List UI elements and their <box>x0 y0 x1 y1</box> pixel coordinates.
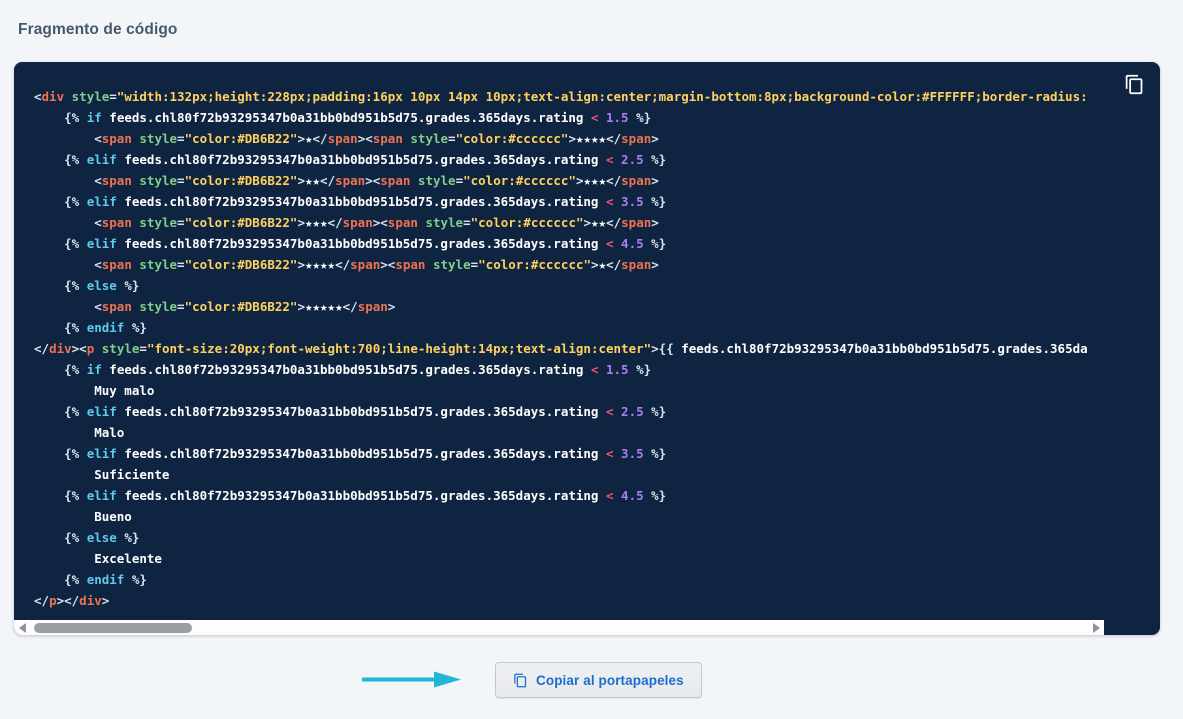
code-line: Muy malo <box>34 380 1118 401</box>
scrollbar-thumb[interactable] <box>34 623 192 633</box>
code-line: {% else %} <box>34 275 1118 296</box>
code-line: {% endif %} <box>34 569 1118 590</box>
code-line: </div><p style="font-size:20px;font-weig… <box>34 338 1118 359</box>
code-line: {% elif feeds.chl80f72b93295347b0a31bb0b… <box>34 191 1118 212</box>
annotation-arrow-icon <box>362 671 462 688</box>
code-line: Suficiente <box>34 464 1118 485</box>
code-line: {% endif %} <box>34 317 1118 338</box>
code-line: <span style="color:#DB6B22">★</span><spa… <box>34 128 1118 149</box>
copy-icon <box>1124 74 1145 100</box>
code-line: Bueno <box>34 506 1118 527</box>
copy-code-button[interactable] <box>1122 75 1146 99</box>
code-line: {% else %} <box>34 527 1118 548</box>
code-snippet-card: <div style="width:132px;height:228px;pad… <box>14 62 1160 635</box>
code-line: {% elif feeds.chl80f72b93295347b0a31bb0b… <box>34 401 1118 422</box>
code-line: Excelente <box>34 548 1118 569</box>
code-content: <div style="width:132px;height:228px;pad… <box>34 86 1118 614</box>
code-line: {% elif feeds.chl80f72b93295347b0a31bb0b… <box>34 149 1118 170</box>
code-line: <span style="color:#DB6B22">★★★★</span><… <box>34 254 1118 275</box>
code-line: {% elif feeds.chl80f72b93295347b0a31bb0b… <box>34 443 1118 464</box>
code-line: </p></div> <box>34 590 1118 611</box>
code-line: {% if feeds.chl80f72b93295347b0a31bb0bd9… <box>34 359 1118 380</box>
code-line: Malo <box>34 422 1118 443</box>
code-line: {% if feeds.chl80f72b93295347b0a31bb0bd9… <box>34 107 1118 128</box>
code-line: {% elif feeds.chl80f72b93295347b0a31bb0b… <box>34 485 1118 506</box>
code-line: {% elif feeds.chl80f72b93295347b0a31bb0b… <box>34 233 1118 254</box>
scrollbar-left-arrow-icon[interactable] <box>14 620 30 635</box>
copy-button-label: Copiar al portapapeles <box>536 673 684 688</box>
copy-to-clipboard-button[interactable]: Copiar al portapapeles <box>495 662 702 698</box>
horizontal-scrollbar[interactable] <box>14 620 1104 635</box>
code-line: <span style="color:#DB6B22">★★</span><sp… <box>34 170 1118 191</box>
page-title: Fragmento de código <box>18 21 178 39</box>
scrollbar-right-arrow-icon[interactable] <box>1088 620 1104 635</box>
button-copy-icon <box>513 673 528 688</box>
scrollbar-track[interactable] <box>30 620 1088 635</box>
code-line: <span style="color:#DB6B22">★★★★★</span> <box>34 296 1118 317</box>
code-line: <span style="color:#DB6B22">★★★</span><s… <box>34 212 1118 233</box>
code-line: <div style="width:132px;height:228px;pad… <box>34 86 1118 107</box>
